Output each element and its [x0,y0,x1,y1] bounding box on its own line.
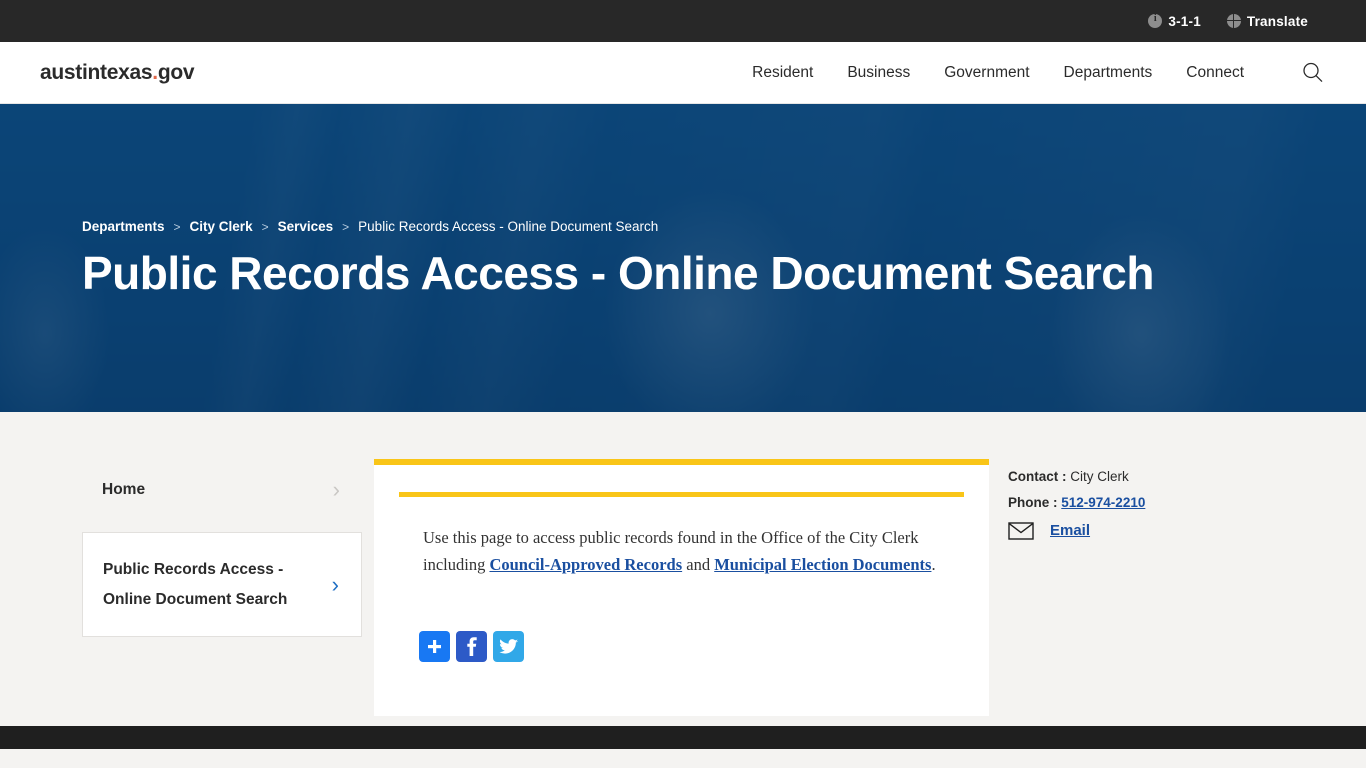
sidebar-navigation: Home › Public Records Access - Online Do… [40,459,362,716]
utility-item-translate[interactable]: Translate [1226,13,1308,29]
nav-item-business[interactable]: Business [847,64,910,82]
logo-tld-text: gov [157,60,195,84]
breadcrumb-separator: > [261,219,269,234]
utility-item-311-label: 3-1-1 [1168,13,1201,29]
sidebar-item-public-records-access[interactable]: Public Records Access - Online Document … [82,532,362,638]
logo-main-text: austintexas [40,60,153,84]
nav-item-departments[interactable]: Departments [1064,64,1153,82]
sidebar-item-public-records-access-label: Public Records Access - Online Document … [103,561,288,608]
breadcrumb-item-city-clerk[interactable]: City Clerk [190,219,253,234]
breadcrumb-item-services[interactable]: Services [278,219,334,234]
intro-text-part3: . [931,554,936,574]
search-button[interactable] [1300,60,1326,86]
share-buttons [374,578,989,663]
sidebar-item-home[interactable]: Home › [82,459,362,520]
phone-label: Phone : [1008,495,1058,511]
link-council-approved-records[interactable]: Council-Approved Records [489,555,682,574]
envelope-icon [1008,521,1034,540]
twitter-share-button[interactable] [493,631,524,663]
sidebar-item-home-label: Home [102,481,146,498]
facebook-icon [467,637,477,657]
contact-info: Contact : City Clerk Phone : 512-974-221… [989,459,1289,716]
breadcrumb-separator: > [173,219,181,234]
hero-banner: Departments > City Clerk > Services > Pu… [0,104,1366,412]
link-municipal-election-documents[interactable]: Municipal Election Documents [714,555,931,574]
intro-text-part2: and [682,554,715,574]
addthis-share-button[interactable] [419,631,450,663]
twitter-bird-icon [499,639,518,654]
site-footer [0,726,1366,749]
breadcrumb-item-departments[interactable]: Departments [82,219,165,234]
contact-label: Contact : [1008,469,1067,484]
main-navigation: Resident Business Government Departments… [752,60,1326,86]
contact-email-row: Email [1008,521,1289,540]
facebook-share-button[interactable] [456,631,487,663]
accent-bar-top [374,459,989,465]
contact-name-line: Contact : City Clerk [1008,467,1289,487]
plus-icon [428,640,441,654]
info-icon [1148,13,1163,28]
globe-icon [1226,14,1241,28]
chevron-right-icon: › [332,476,340,502]
contact-value: City Clerk [1070,469,1129,484]
contact-phone-line: Phone : 512-974-2210 [1008,493,1289,513]
content-grid: Home › Public Records Access - Online Do… [40,412,1326,716]
nav-item-connect[interactable]: Connect [1186,64,1244,82]
hero-content: Departments > City Clerk > Services > Pu… [0,104,1366,412]
site-header: austintexas.gov Resident Business Govern… [0,42,1366,104]
intro-paragraph: Use this page to access public records f… [374,497,989,578]
chevron-right-icon: › [331,571,339,597]
nav-item-government[interactable]: Government [944,64,1029,82]
utility-item-311[interactable]: 3-1-1 [1148,13,1201,29]
breadcrumb-item-current: Public Records Access - Online Document … [358,219,659,234]
email-link[interactable]: Email [1050,522,1090,539]
main-content-card: Use this page to access public records f… [374,459,989,716]
breadcrumb-separator: > [342,219,350,234]
page-title: Public Records Access - Online Document … [82,247,1154,299]
phone-link[interactable]: 512-974-2210 [1061,495,1145,510]
site-logo[interactable]: austintexas.gov [40,60,195,85]
search-icon [1303,62,1323,82]
utility-item-translate-label: Translate [1246,13,1308,29]
nav-item-resident[interactable]: Resident [752,64,813,82]
breadcrumb: Departments > City Clerk > Services > Pu… [82,219,658,234]
utility-bar: 3-1-1 Translate [0,0,1366,42]
page-body: Home › Public Records Access - Online Do… [0,412,1366,749]
